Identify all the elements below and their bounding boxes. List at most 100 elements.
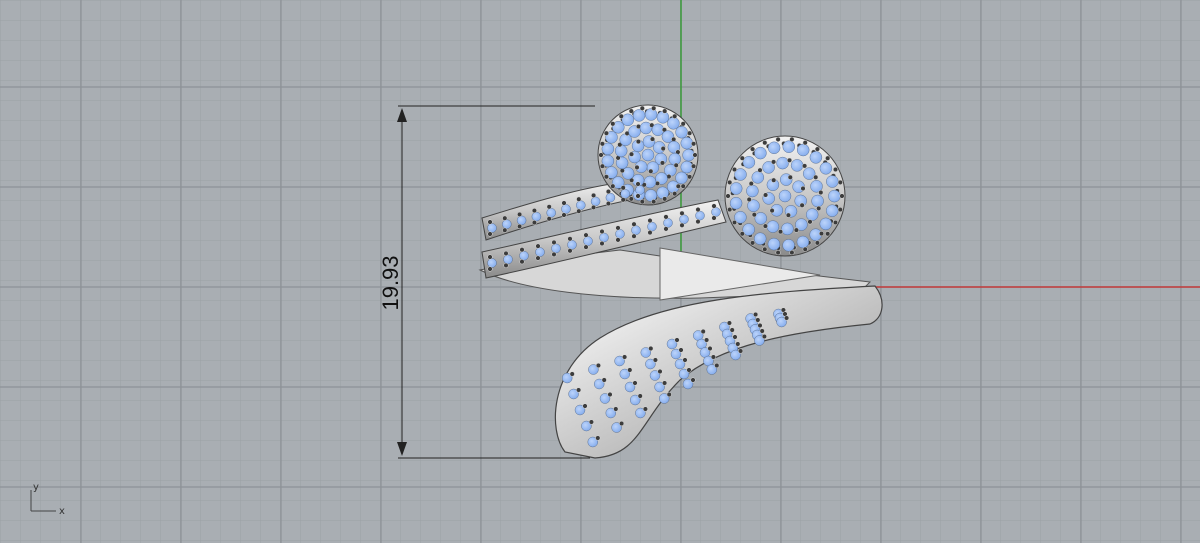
gem	[826, 175, 839, 188]
prong	[763, 192, 769, 198]
gem	[516, 215, 527, 226]
prong	[595, 362, 601, 369]
prong	[711, 215, 717, 221]
prong	[839, 193, 845, 199]
prong	[531, 208, 537, 214]
prong	[750, 240, 756, 246]
prong	[746, 196, 752, 203]
perspective-viewport[interactable]: 19.93 y x	[0, 0, 1200, 543]
gem	[502, 219, 512, 229]
gem	[567, 240, 577, 250]
prong	[576, 208, 582, 214]
gem	[782, 239, 795, 252]
gem	[680, 160, 693, 174]
prong	[627, 367, 633, 373]
prong	[503, 250, 509, 256]
prong	[672, 113, 678, 119]
prong	[762, 246, 768, 252]
prong	[695, 219, 701, 225]
prong	[751, 212, 757, 218]
prong	[605, 189, 611, 195]
gem	[778, 189, 792, 203]
prong	[691, 141, 697, 147]
prong	[807, 219, 813, 225]
prong	[546, 216, 552, 222]
prong	[692, 152, 698, 158]
gem	[806, 208, 819, 221]
prong	[598, 152, 604, 158]
gem	[782, 140, 795, 153]
prong	[691, 163, 697, 169]
prong	[567, 248, 573, 254]
gem	[767, 141, 781, 155]
prong	[816, 205, 822, 211]
prong	[607, 391, 613, 398]
gem	[680, 136, 693, 150]
prong	[735, 341, 741, 347]
prong	[582, 403, 588, 409]
prong	[755, 317, 761, 323]
gem	[730, 182, 743, 195]
prong	[813, 174, 819, 180]
prong	[503, 262, 509, 268]
gem	[811, 194, 824, 208]
prong	[818, 189, 824, 196]
prong	[825, 155, 831, 161]
prong	[832, 219, 839, 226]
gem	[776, 156, 789, 170]
prong	[551, 239, 557, 245]
gem	[620, 189, 630, 199]
prong	[704, 337, 710, 343]
prong	[635, 139, 641, 145]
prong	[649, 136, 656, 142]
prong	[802, 246, 808, 252]
prong	[731, 219, 738, 226]
prong	[652, 357, 658, 363]
prong	[662, 108, 668, 114]
gem	[535, 247, 545, 257]
gem	[826, 204, 839, 217]
prong	[666, 391, 672, 398]
gem	[487, 258, 497, 268]
prong	[517, 211, 523, 217]
viewport-canvas[interactable]: 19.93 y x	[0, 0, 1200, 543]
prong	[642, 406, 648, 412]
prong	[591, 192, 597, 198]
prong	[603, 174, 609, 180]
prong	[784, 315, 790, 321]
prong	[727, 179, 733, 185]
gem	[781, 222, 794, 236]
prong	[631, 233, 637, 239]
prong	[673, 162, 679, 168]
gem	[797, 143, 810, 157]
prong	[731, 166, 738, 173]
prong	[762, 140, 768, 146]
prong	[576, 387, 582, 393]
gem	[546, 208, 556, 218]
prong	[634, 164, 640, 170]
gem	[790, 159, 804, 172]
prong	[832, 166, 839, 173]
prong	[620, 197, 626, 203]
axis-gizmo-x-label: x	[59, 506, 65, 517]
prong	[599, 141, 605, 147]
prong	[837, 179, 843, 185]
gem	[531, 211, 542, 222]
gem	[561, 204, 571, 214]
prong	[502, 227, 508, 233]
prong	[663, 226, 669, 232]
prong	[739, 155, 745, 161]
gem	[754, 146, 767, 160]
prong	[660, 146, 666, 152]
prong	[535, 243, 541, 249]
gem	[819, 217, 832, 231]
prong	[714, 362, 720, 369]
prong	[517, 223, 523, 229]
gem	[632, 109, 646, 122]
prong	[588, 419, 594, 425]
gem	[751, 171, 764, 184]
prong	[793, 227, 799, 233]
prong	[686, 367, 692, 373]
prong	[487, 254, 493, 260]
gem	[675, 125, 688, 139]
